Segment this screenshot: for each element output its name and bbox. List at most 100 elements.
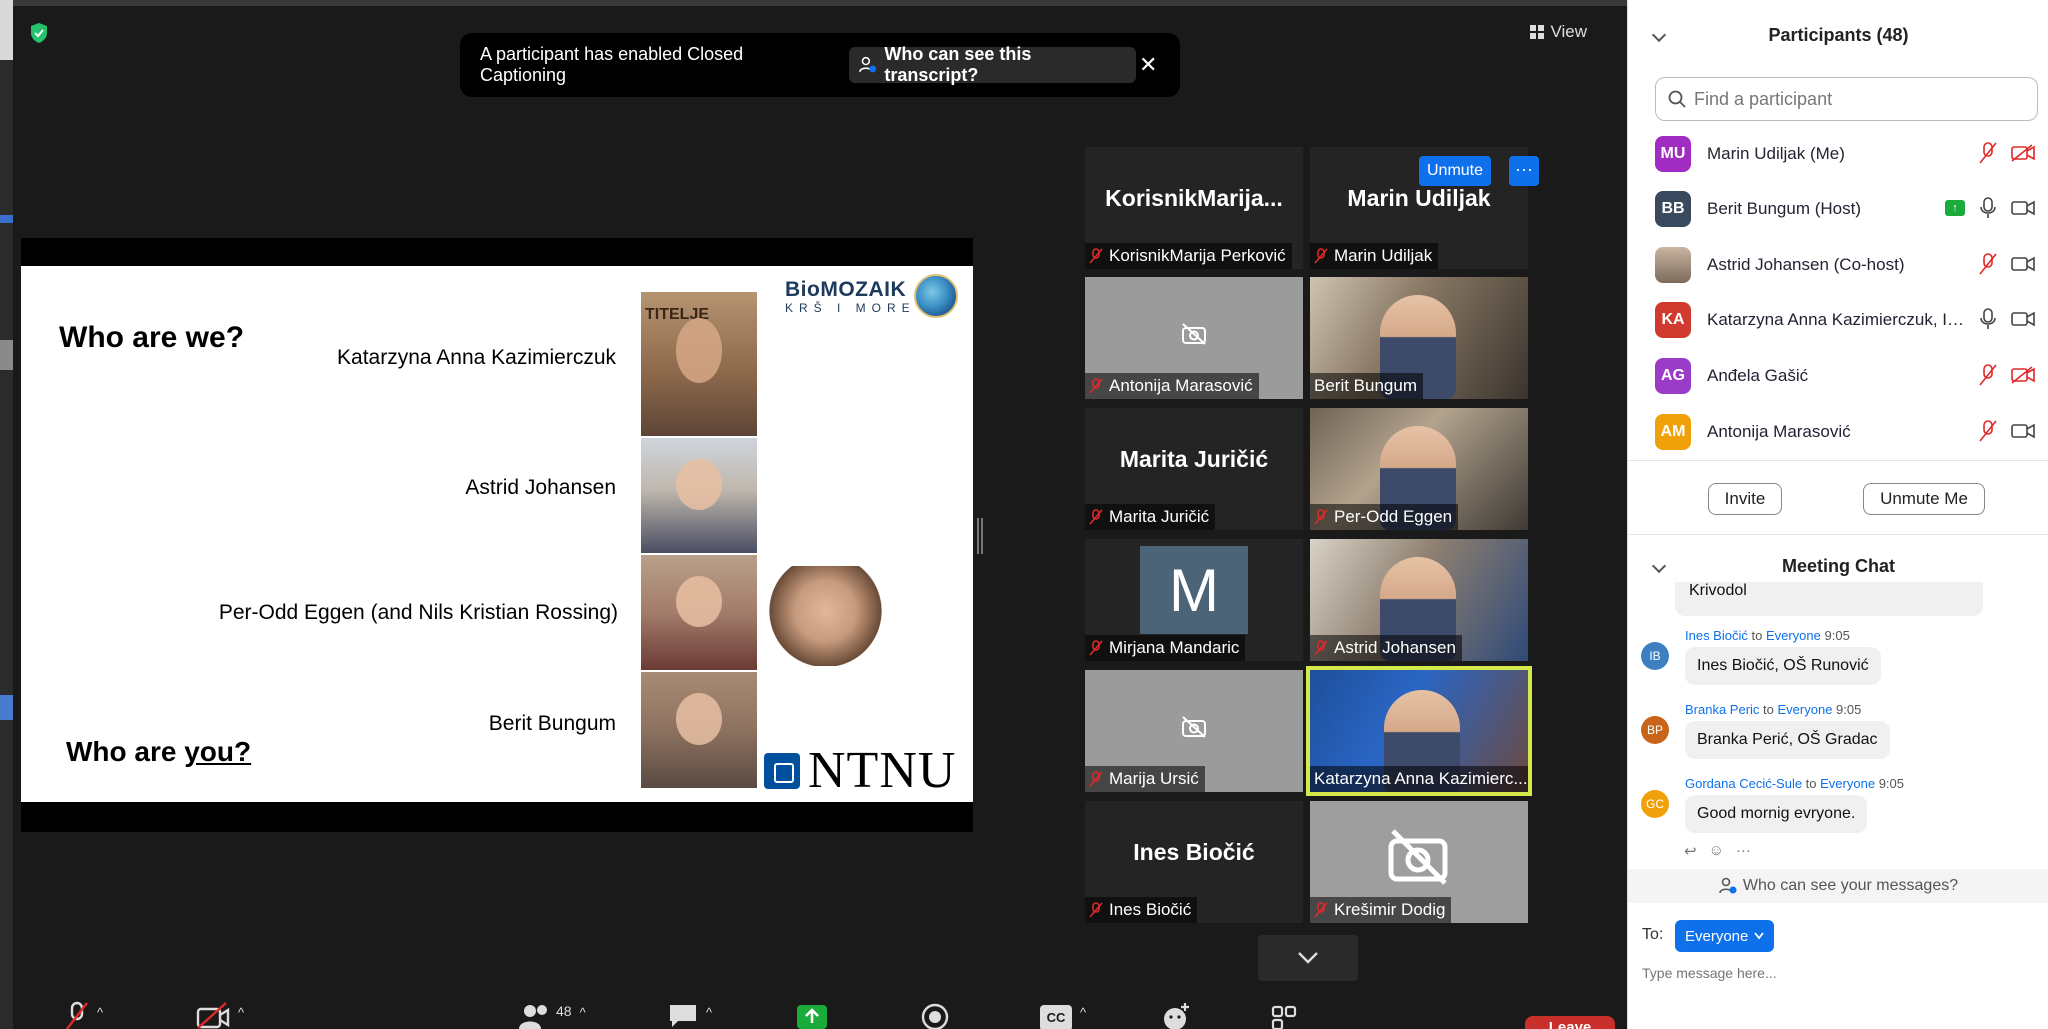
who-can-see-transcript-label: Who can see this transcript? <box>884 44 1032 85</box>
screen-sharing-badge-icon: ↑ <box>1945 200 1965 216</box>
video-tile[interactable]: Ines Biočić Ines Biočić <box>1085 801 1303 923</box>
muted-mic-icon <box>1089 378 1103 394</box>
share-screen-icon <box>797 1005 827 1029</box>
participant-row[interactable]: BB Berit Bungum (Host) ↑ <box>1655 189 2035 229</box>
view-button[interactable]: View <box>1522 18 1595 46</box>
share-screen-button[interactable] <box>796 1001 828 1029</box>
video-tile[interactable]: M Mirjana Mandaric <box>1085 539 1303 661</box>
tile-unmute-button[interactable]: Unmute <box>1419 156 1492 186</box>
chat-message-input[interactable] <box>1642 960 2022 986</box>
camera-off-icon <box>1388 829 1448 885</box>
add-reaction-icon[interactable]: ☺ <box>1709 842 1724 860</box>
participants-button[interactable]: 48 ^ <box>518 1001 586 1029</box>
shared-screen: Who are we? Who are you? Katarzyna Anna … <box>21 238 973 832</box>
more-options-icon[interactable]: ··· <box>1736 842 1751 860</box>
video-tile[interactable]: Per-Odd Eggen <box>1310 408 1528 530</box>
find-participant-input[interactable]: Find a participant <box>1655 77 2038 121</box>
close-banner-icon[interactable]: ✕ <box>1136 52 1160 78</box>
background-window-edge <box>0 0 13 1029</box>
gallery-next-page-button[interactable] <box>1258 935 1358 981</box>
photo-katarzyna: TITELJE <box>641 292 758 436</box>
chat-bubble-partial: Krivodol <box>1675 582 1983 616</box>
video-icon <box>2011 200 2035 216</box>
record-button[interactable] <box>920 1001 950 1029</box>
apps-button[interactable] <box>1271 1001 1299 1029</box>
tile-name-label: Marita Juričić <box>1085 504 1216 530</box>
participants-header: Participants (48) <box>1628 20 2048 50</box>
tile-name-label: Berit Bungum <box>1310 373 1423 399</box>
avatar: AG <box>1655 358 1691 394</box>
participant-row[interactable]: AG Anđela Gašić <box>1655 356 2035 396</box>
mic-icon <box>1980 308 1996 329</box>
avatar: KA <box>1655 302 1691 338</box>
collapse-chevron-icon[interactable] <box>1651 558 1667 574</box>
participant-row[interactable]: KA Katarzyna Anna Kazimierczuk, ID... <box>1655 300 2035 340</box>
video-tile[interactable]: Marija Ursić <box>1085 670 1303 792</box>
avatar: BP <box>1641 716 1669 744</box>
muted-mic-icon <box>1979 142 1997 164</box>
muted-mic-icon <box>1979 364 1997 386</box>
video-tile[interactable]: Krešimir Dodig <box>1310 801 1528 923</box>
chevron-down-icon <box>1298 952 1318 964</box>
audio-options-caret-icon[interactable]: ^ <box>97 1005 103 1020</box>
camera-off-icon <box>1182 323 1206 345</box>
video-tile[interactable]: Berit Bungum <box>1310 277 1528 399</box>
participant-row[interactable]: MU Marin Udiljak (Me) <box>1655 134 2035 174</box>
mute-button[interactable]: ^ <box>65 1001 103 1029</box>
avatar: AM <box>1655 414 1691 450</box>
gallery-grid-icon <box>1530 25 1545 39</box>
muted-mic-icon <box>1314 509 1328 525</box>
participants-icon <box>519 1005 547 1029</box>
muted-mic-icon <box>1089 902 1103 918</box>
video-icon <box>2011 423 2035 439</box>
collapse-chevron-icon[interactable] <box>1651 27 1667 43</box>
tile-name-label: Mirjana Mandaric <box>1085 635 1246 661</box>
video-off-icon <box>196 1002 230 1029</box>
video-tile[interactable]: Astrid Johansen <box>1310 539 1528 661</box>
participants-caret-icon[interactable]: ^ <box>580 1005 586 1020</box>
participant-avatar: M <box>1140 546 1248 634</box>
active-speaker-tile[interactable]: Katarzyna Anna Kazimierc... <box>1306 666 1532 796</box>
photo-nils-kristian <box>768 566 883 666</box>
avatar: IB <box>1641 642 1669 670</box>
chat-button[interactable]: ^ <box>668 1001 712 1029</box>
mic-icon <box>1980 197 1996 218</box>
video-tile[interactable]: Antonija Marasović <box>1085 277 1303 399</box>
view-label: View <box>1550 22 1587 41</box>
reply-icon[interactable]: ↩ <box>1684 842 1697 860</box>
split-resize-handle[interactable] <box>977 518 983 554</box>
chat-caret-icon[interactable]: ^ <box>706 1005 712 1020</box>
person-info-icon <box>858 56 876 73</box>
photo-per-odd <box>641 555 758 670</box>
invite-button[interactable]: Invite <box>1708 483 1782 515</box>
tile-name-label: Katarzyna Anna Kazimierc... <box>1310 766 1528 792</box>
cc-caret-icon[interactable]: ^ <box>1080 1005 1086 1020</box>
record-icon <box>921 1003 949 1029</box>
reactions-button[interactable] <box>1161 1001 1193 1029</box>
tile-name-label: Astrid Johansen <box>1310 635 1462 661</box>
tile-more-options-button[interactable]: ··· <box>1509 156 1539 186</box>
participant-row[interactable]: Astrid Johansen (Co-host) <box>1655 245 2035 285</box>
leave-button[interactable]: Leave <box>1525 1016 1615 1029</box>
chat-recipient-select[interactable]: Everyone <box>1675 920 1775 952</box>
who-can-see-messages-link[interactable]: Who can see your messages? <box>1628 869 2048 903</box>
photo-astrid <box>641 438 758 553</box>
start-video-button[interactable]: ^ <box>196 1001 244 1029</box>
video-tile[interactable]: Marita Juričić Marita Juričić <box>1085 408 1303 530</box>
video-icon <box>2011 311 2035 327</box>
video-tile[interactable]: KorisnikMarija... KorisnikMarija Perkovi… <box>1085 147 1303 269</box>
encryption-shield-icon[interactable] <box>29 22 49 44</box>
message-actions: ↩ ☺ ··· <box>1684 842 1751 860</box>
chat-message: IB Ines Biočić to Everyone 9:05 Ines Bio… <box>1641 628 2031 685</box>
avatar: GC <box>1641 790 1669 818</box>
closed-caption-button[interactable]: CC ^ <box>1040 1001 1086 1029</box>
video-options-caret-icon[interactable]: ^ <box>238 1005 244 1020</box>
search-icon <box>1668 90 1686 108</box>
ntnu-logo: NTNU <box>764 741 956 800</box>
participant-row[interactable]: AM Antonija Marasović <box>1655 412 2035 452</box>
avatar: BB <box>1655 191 1691 227</box>
participant-count: 48 <box>556 1003 572 1019</box>
tile-name-label: KorisnikMarija Perković <box>1085 243 1292 269</box>
who-can-see-transcript-button[interactable]: Who can see this transcript? <box>848 44 1137 85</box>
unmute-me-button[interactable]: Unmute Me <box>1863 483 1985 515</box>
